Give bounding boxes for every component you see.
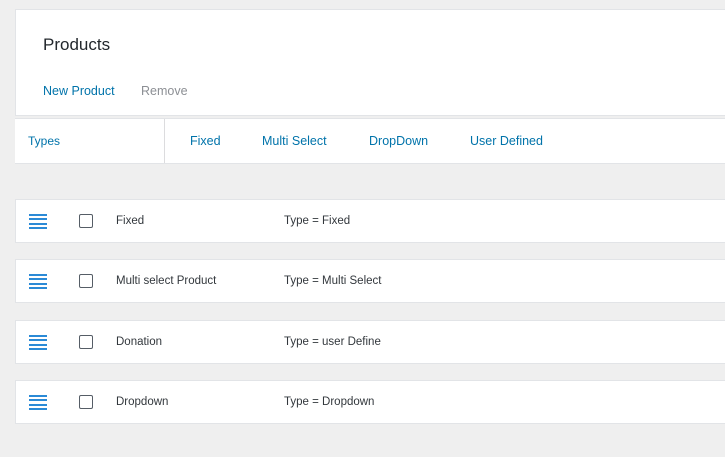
products-header-card: Products New Product Remove — [15, 9, 725, 116]
product-type: Type = Dropdown — [284, 396, 375, 408]
product-type: Type = Multi Select — [284, 275, 382, 287]
type-filter-multi-select[interactable]: Multi Select — [262, 134, 327, 148]
drag-handle-icon[interactable] — [29, 214, 47, 230]
page-title: Products — [43, 35, 111, 54]
type-filter-fixed[interactable]: Fixed — [190, 134, 221, 148]
drag-handle-icon[interactable] — [29, 335, 47, 351]
product-row: Fixed Type = Fixed — [15, 199, 725, 243]
row-checkbox[interactable] — [79, 395, 93, 409]
new-product-link[interactable]: New Product — [43, 84, 115, 98]
product-name: Multi select Product — [116, 275, 217, 287]
product-name: Fixed — [116, 215, 145, 227]
types-divider — [164, 119, 165, 163]
product-name: Dropdown — [116, 396, 169, 408]
type-filter-user-defined[interactable]: User Defined — [470, 134, 543, 148]
product-row: Donation Type = user Define — [15, 320, 725, 364]
types-label[interactable]: Types — [28, 134, 60, 148]
remove-link[interactable]: Remove — [141, 84, 188, 98]
product-row: Dropdown Type = Dropdown — [15, 380, 725, 424]
row-checkbox[interactable] — [79, 274, 93, 288]
row-checkbox[interactable] — [79, 214, 93, 228]
product-type: Type = user Define — [284, 336, 381, 348]
product-name: Donation — [116, 336, 163, 348]
type-filter-dropdown[interactable]: DropDown — [369, 134, 428, 148]
product-type: Type = Fixed — [284, 215, 351, 227]
product-row: Multi select Product Type = Multi Select — [15, 259, 725, 303]
row-checkbox[interactable] — [79, 335, 93, 349]
types-filter-bar: Types Fixed Multi Select DropDown User D… — [15, 118, 725, 164]
drag-handle-icon[interactable] — [29, 274, 47, 290]
drag-handle-icon[interactable] — [29, 395, 47, 411]
